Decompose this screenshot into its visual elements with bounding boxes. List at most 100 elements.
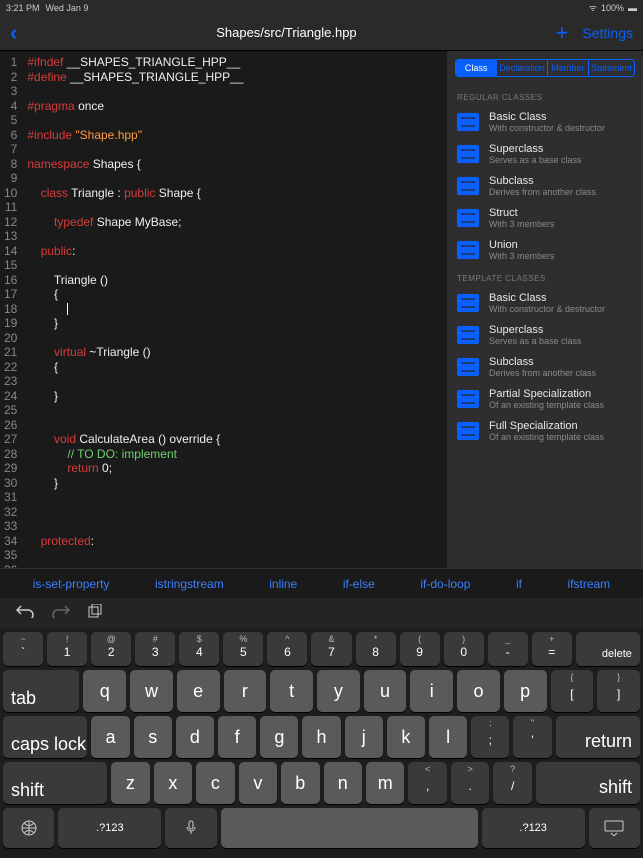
- key-9[interactable]: (9: [400, 632, 440, 666]
- snippet-icon: [457, 241, 479, 259]
- key-8[interactable]: *8: [356, 632, 396, 666]
- mic-key[interactable]: [165, 808, 216, 848]
- code-editor[interactable]: 1234567891011121314151617181920212223242…: [0, 51, 447, 568]
- key-x[interactable]: x: [154, 762, 192, 804]
- snippet-item[interactable]: Basic ClassWith constructor & destructor: [447, 287, 643, 319]
- key-2[interactable]: @2: [91, 632, 131, 666]
- key-t[interactable]: t: [270, 670, 313, 712]
- key-k[interactable]: k: [387, 716, 425, 758]
- key-=[interactable]: +=: [532, 632, 572, 666]
- key-j[interactable]: j: [345, 716, 383, 758]
- key-bracket[interactable]: }]: [597, 670, 640, 712]
- key-punct[interactable]: >.: [451, 762, 489, 804]
- snippet-item[interactable]: SubclassDerives from another class: [447, 351, 643, 383]
- key-`[interactable]: ~`: [3, 632, 43, 666]
- key-y[interactable]: y: [317, 670, 360, 712]
- copy-button[interactable]: [88, 604, 102, 623]
- shift-key-left[interactable]: shift: [3, 762, 107, 804]
- key-1[interactable]: !1: [47, 632, 87, 666]
- key-o[interactable]: o: [457, 670, 500, 712]
- key-v[interactable]: v: [239, 762, 277, 804]
- suggestion-item[interactable]: is-set-property: [33, 577, 110, 591]
- key-u[interactable]: u: [364, 670, 407, 712]
- back-button[interactable]: ‹: [10, 20, 17, 46]
- snippet-subtitle: Of an existing template class: [489, 400, 604, 410]
- snippet-item[interactable]: UnionWith 3 members: [447, 234, 643, 266]
- shift-key-right[interactable]: shift: [536, 762, 640, 804]
- key-bracket[interactable]: {[: [551, 670, 594, 712]
- add-button[interactable]: +: [556, 20, 569, 46]
- snippet-icon: [457, 326, 479, 344]
- suggestion-item[interactable]: istringstream: [155, 577, 224, 591]
- snippet-subtitle: With constructor & destructor: [489, 304, 605, 314]
- key-l[interactable]: l: [429, 716, 467, 758]
- key-a[interactable]: a: [91, 716, 129, 758]
- redo-button[interactable]: [52, 604, 70, 623]
- snippet-item[interactable]: SubclassDerives from another class: [447, 170, 643, 202]
- numbers-key-right[interactable]: .?123: [482, 808, 585, 848]
- key-c[interactable]: c: [196, 762, 234, 804]
- key-h[interactable]: h: [302, 716, 340, 758]
- snippet-item[interactable]: SuperclassServes as a base class: [447, 138, 643, 170]
- globe-key[interactable]: [3, 808, 54, 848]
- nav-bar: ‹ Shapes/src/Triangle.hpp + Settings: [0, 15, 643, 51]
- delete-key[interactable]: delete: [576, 632, 640, 666]
- key-7[interactable]: &7: [311, 632, 351, 666]
- tab-class[interactable]: Class: [456, 60, 497, 76]
- tab-declaration[interactable]: Declaration: [497, 60, 548, 76]
- snippet-item[interactable]: Partial SpecializationOf an existing tem…: [447, 383, 643, 415]
- tab-key[interactable]: tab: [3, 670, 79, 712]
- snippet-icon: [457, 113, 479, 131]
- snippet-icon: [457, 145, 479, 163]
- key-f[interactable]: f: [218, 716, 256, 758]
- file-title: Shapes/src/Triangle.hpp: [216, 25, 356, 40]
- settings-button[interactable]: Settings: [582, 25, 633, 41]
- key--[interactable]: _-: [488, 632, 528, 666]
- undo-button[interactable]: [16, 604, 34, 623]
- key-q[interactable]: q: [83, 670, 126, 712]
- key-s[interactable]: s: [134, 716, 172, 758]
- key-5[interactable]: %5: [223, 632, 263, 666]
- key-n[interactable]: n: [324, 762, 362, 804]
- snippet-item[interactable]: Full SpecializationOf an existing templa…: [447, 415, 643, 447]
- key-r[interactable]: r: [224, 670, 267, 712]
- suggestion-item[interactable]: ifstream: [568, 577, 611, 591]
- suggestion-item[interactable]: if-do-loop: [420, 577, 470, 591]
- key-punct[interactable]: <,: [408, 762, 446, 804]
- snippet-item[interactable]: StructWith 3 members: [447, 202, 643, 234]
- key-m[interactable]: m: [366, 762, 404, 804]
- key-e[interactable]: e: [177, 670, 220, 712]
- key-0[interactable]: )0: [444, 632, 484, 666]
- key-6[interactable]: ^6: [267, 632, 307, 666]
- key-b[interactable]: b: [281, 762, 319, 804]
- key-p[interactable]: p: [504, 670, 547, 712]
- suggestion-item[interactable]: if-else: [343, 577, 375, 591]
- snippet-item[interactable]: Basic ClassWith constructor & destructor: [447, 106, 643, 138]
- key-g[interactable]: g: [260, 716, 298, 758]
- key-4[interactable]: $4: [179, 632, 219, 666]
- key-3[interactable]: #3: [135, 632, 175, 666]
- key-z[interactable]: z: [111, 762, 149, 804]
- key-d[interactable]: d: [176, 716, 214, 758]
- key-w[interactable]: w: [130, 670, 173, 712]
- snippet-subtitle: With constructor & destructor: [489, 123, 605, 133]
- code-content[interactable]: #ifndef __SHAPES_TRIANGLE_HPP__#define _…: [23, 51, 447, 568]
- tab-statement[interactable]: Statement: [589, 60, 634, 76]
- section-regular: REGULAR CLASSES: [447, 85, 643, 106]
- key-punct[interactable]: ?/: [493, 762, 531, 804]
- tab-member[interactable]: Member: [548, 60, 589, 76]
- snippet-icon: [457, 422, 479, 440]
- suggestion-item[interactable]: inline: [269, 577, 297, 591]
- hide-keyboard-key[interactable]: [589, 808, 640, 848]
- space-key[interactable]: [221, 808, 478, 848]
- numbers-key-left[interactable]: .?123: [58, 808, 161, 848]
- capslock-key[interactable]: caps lock: [3, 716, 87, 758]
- battery-icon: ▬: [628, 3, 637, 13]
- snippet-item[interactable]: SuperclassServes as a base class: [447, 319, 643, 351]
- suggestion-item[interactable]: if: [516, 577, 522, 591]
- segmented-control[interactable]: Class Declaration Member Statement: [455, 59, 635, 77]
- key-punct[interactable]: :;: [471, 716, 509, 758]
- key-i[interactable]: i: [410, 670, 453, 712]
- return-key[interactable]: return: [556, 716, 640, 758]
- key-punct[interactable]: "': [513, 716, 551, 758]
